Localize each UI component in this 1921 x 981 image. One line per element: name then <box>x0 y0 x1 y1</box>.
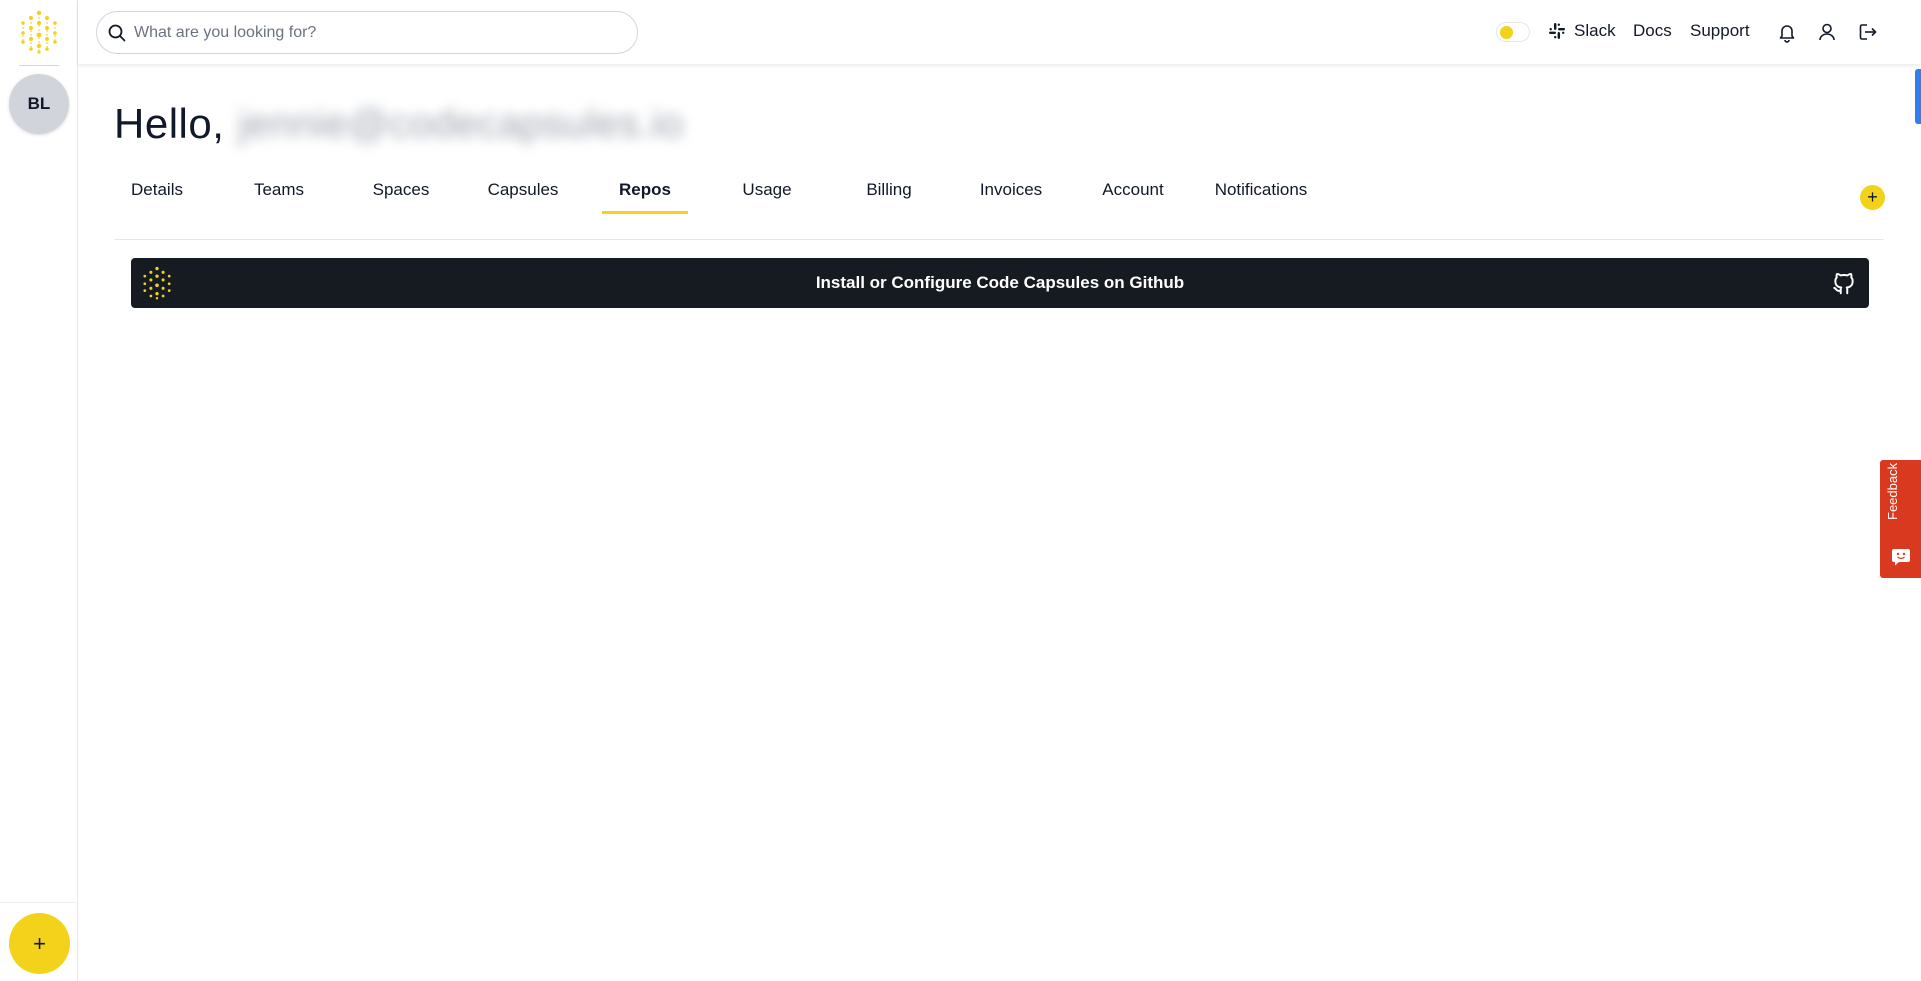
tab-capsules[interactable]: Capsules <box>480 180 566 214</box>
logo-icon[interactable] <box>18 10 60 54</box>
avatar[interactable]: BL <box>9 74 69 134</box>
tab-repos[interactable]: Repos <box>602 180 688 214</box>
banner-text: Install or Configure Code Capsules on Gi… <box>815 273 1185 292</box>
theme-toggle[interactable] <box>1496 22 1530 42</box>
fab-container: + <box>0 902 78 981</box>
tab-usage[interactable]: Usage <box>724 180 810 214</box>
tab-spaces[interactable]: Spaces <box>358 180 444 214</box>
feedback-button[interactable]: Feedback <box>1880 460 1921 578</box>
user-icon[interactable] <box>1816 21 1838 43</box>
add-button[interactable]: + <box>1860 185 1885 210</box>
tab-account[interactable]: Account <box>1090 180 1176 214</box>
docs-link[interactable]: Docs <box>1633 21 1672 41</box>
search-icon <box>108 24 126 41</box>
create-button[interactable]: + <box>9 913 70 974</box>
greeting: Hello, jennie@codecapsules.io <box>114 100 684 148</box>
sidebar-divider <box>19 65 59 66</box>
github-install-banner[interactable]: Install or Configure Code Capsules on Gi… <box>131 258 1869 308</box>
greeting-prefix: Hello, <box>114 100 225 147</box>
github-icon <box>1833 273 1854 295</box>
search-bar <box>96 11 638 54</box>
theme-toggle-knob <box>1500 26 1513 39</box>
tab-invoices[interactable]: Invoices <box>968 180 1054 214</box>
slack-icon <box>1549 23 1565 39</box>
sidebar: BL + <box>0 0 78 981</box>
logout-icon[interactable] <box>1857 21 1879 43</box>
bell-icon[interactable] <box>1776 21 1798 43</box>
tab-teams[interactable]: Teams <box>236 180 322 214</box>
tab-billing[interactable]: Billing <box>846 180 932 214</box>
tab-details[interactable]: Details <box>114 180 200 214</box>
search-input[interactable] <box>134 23 614 42</box>
slack-link[interactable]: Slack <box>1548 21 1616 41</box>
greeting-email: jennie@codecapsules.io <box>238 101 684 146</box>
top-bar: Slack Docs Support <box>78 0 1921 64</box>
logo-icon <box>143 266 171 300</box>
feedback-label: Feedback <box>1885 462 1900 520</box>
account-tabs: Details Teams Spaces Capsules Repos Usag… <box>114 180 1884 240</box>
support-link[interactable]: Support <box>1690 21 1750 41</box>
slack-label: Slack <box>1574 21 1616 40</box>
tab-notifications[interactable]: Notifications <box>1206 180 1316 214</box>
side-panel-tab[interactable] <box>1915 69 1921 124</box>
feedback-icon <box>1892 549 1910 566</box>
